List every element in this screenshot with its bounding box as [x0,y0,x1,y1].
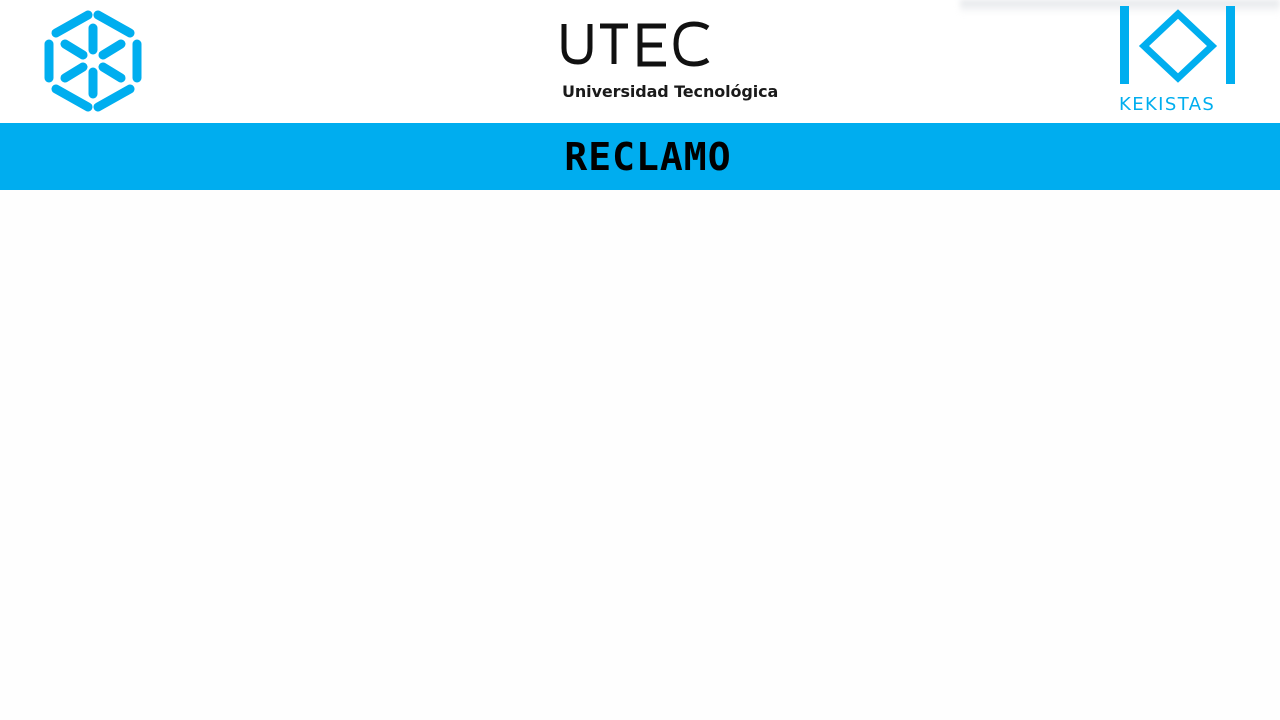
title-bar: RECLAMO [0,123,1280,190]
kekistas-logo: KEKISTAS [1114,4,1240,120]
header: Universidad Tecnológica KEKISTAS [0,0,1280,123]
kekistas-logo-icon [1120,6,1235,84]
kekistas-label: KEKISTAS [1119,94,1216,115]
left-logo [24,2,166,120]
hexagon-logo-icon [44,10,142,112]
content-area [0,190,1280,720]
page-title: RECLAMO [564,135,732,179]
utec-logo: Universidad Tecnológica [556,14,778,106]
utec-subtitle: Universidad Tecnológica [562,82,779,101]
page: Universidad Tecnológica KEKISTAS RECLAMO [0,0,1280,720]
utec-wordmark [561,21,710,67]
